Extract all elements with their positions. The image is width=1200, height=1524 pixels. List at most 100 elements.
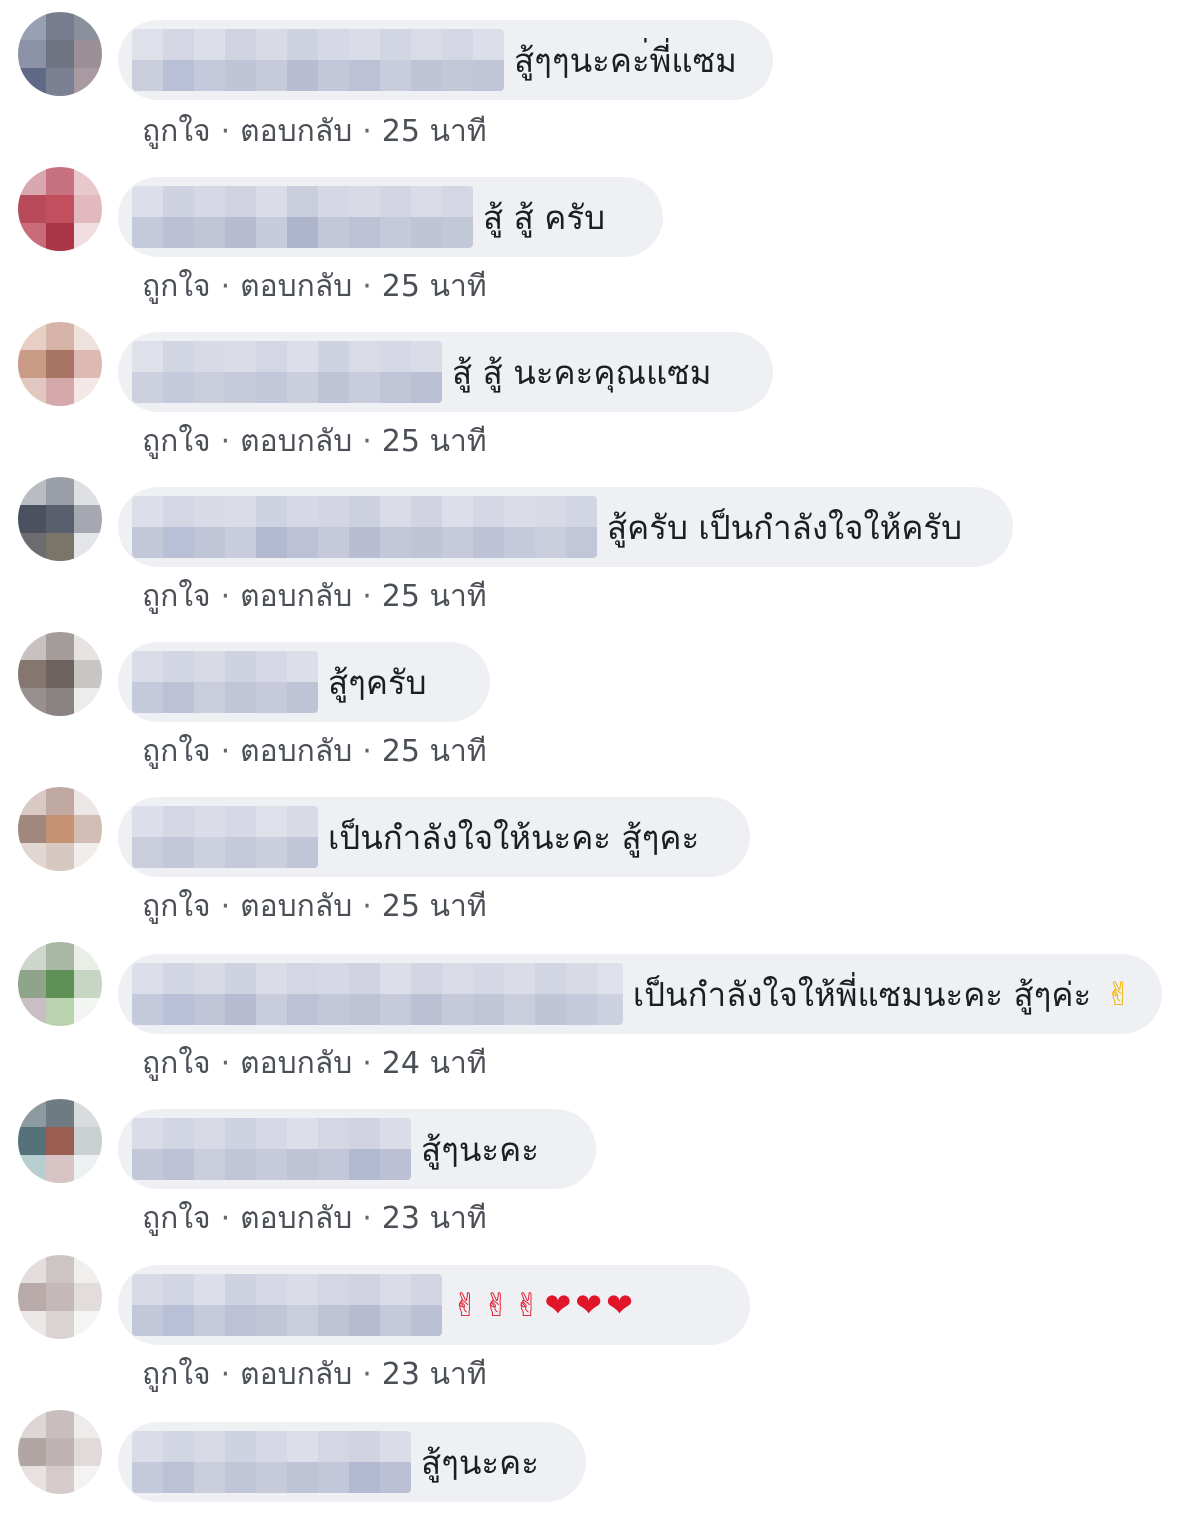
timestamp[interactable]: 25 นาที bbox=[382, 114, 487, 149]
separator: · bbox=[220, 114, 231, 149]
blurred-author-name[interactable] bbox=[132, 1274, 442, 1336]
timestamp[interactable]: 25 นาที bbox=[382, 424, 487, 459]
reply-link[interactable]: ตอบกลับ bbox=[240, 889, 352, 924]
emoji-reaction-text: ✌✌✌❤❤❤ bbox=[452, 1286, 637, 1324]
timestamp[interactable]: 25 นาที bbox=[382, 579, 487, 614]
comment-item: สู้ๆครับ ถูกใจ · ตอบกลับ · 25 นาที bbox=[0, 630, 1200, 785]
like-link[interactable]: ถูกใจ bbox=[142, 1357, 211, 1392]
separator: · bbox=[362, 1046, 372, 1081]
avatar[interactable] bbox=[18, 942, 102, 1026]
timestamp[interactable]: 24 นาที bbox=[382, 1046, 487, 1081]
comment-bubble: สู้ สู้ นะคะคุณแซม bbox=[118, 332, 773, 412]
comment-bubble: เป็นกำลังใจให้พี่แซมนะคะ สู้ๆค่ะ ✌ bbox=[118, 954, 1162, 1034]
blurred-author-name[interactable] bbox=[132, 963, 623, 1025]
avatar[interactable] bbox=[18, 787, 102, 871]
blurred-author-name[interactable] bbox=[132, 1118, 411, 1180]
timestamp[interactable]: 25 นาที bbox=[382, 269, 487, 304]
comment-meta: ถูกใจ · ตอบกลับ · 24 นาที bbox=[142, 1040, 487, 1087]
avatar[interactable] bbox=[18, 12, 102, 96]
blurred-author-name[interactable] bbox=[132, 29, 504, 91]
comment-bubble: สู้ครับ เป็นกำลังใจให้ครับ bbox=[118, 487, 1013, 567]
comment-bubble: สู้ สู้ ครับ bbox=[118, 177, 663, 257]
comment-meta: ถูกใจ · ตอบกลับ · 23 นาที bbox=[142, 1195, 487, 1242]
timestamp[interactable]: 25 นาที bbox=[382, 734, 487, 769]
reply-link[interactable]: ตอบกลับ bbox=[240, 579, 352, 614]
comment-meta: ถูกใจ · ตอบกลับ · 25 นาที bbox=[142, 263, 487, 310]
avatar[interactable] bbox=[18, 1099, 102, 1183]
separator: · bbox=[362, 734, 372, 769]
comment-meta: ถูกใจ · ตอบกลับ · 25 นาที bbox=[142, 728, 487, 775]
reply-link[interactable]: ตอบกลับ bbox=[240, 269, 352, 304]
comment-item: สู้ๆๆนะคะ่พี่แซม ถูกใจ · ตอบกลับ · 25 นาที bbox=[0, 10, 1200, 165]
like-link[interactable]: ถูกใจ bbox=[142, 1046, 211, 1081]
like-link[interactable]: ถูกใจ bbox=[142, 889, 211, 924]
comment-bubble: สู้ๆๆนะคะ่พี่แซม bbox=[118, 20, 773, 100]
separator: · bbox=[362, 1201, 372, 1236]
blurred-author-name[interactable] bbox=[132, 186, 473, 248]
reply-link[interactable]: ตอบกลับ bbox=[240, 1357, 352, 1392]
reply-link[interactable]: ตอบกลับ bbox=[240, 424, 352, 459]
reply-link[interactable]: ตอบกลับ bbox=[240, 734, 352, 769]
separator: · bbox=[220, 1046, 231, 1081]
separator: · bbox=[362, 889, 372, 924]
comment-text: เป็นกำลังใจให้นะคะ สู้ๆคะ bbox=[328, 817, 700, 857]
comment-meta: ถูกใจ · ตอบกลับ · 23 นาที bbox=[142, 1351, 487, 1398]
reply-link[interactable]: ตอบกลับ bbox=[240, 1201, 352, 1236]
blurred-author-name[interactable] bbox=[132, 496, 597, 558]
comment-text: สู้ๆๆนะคะ่พี่แซม bbox=[514, 40, 737, 80]
avatar[interactable] bbox=[18, 322, 102, 406]
comment-item: เป็นกำลังใจให้นะคะ สู้ๆคะ ถูกใจ · ตอบกลับ ·… bbox=[0, 785, 1200, 940]
blurred-author-name[interactable] bbox=[132, 1431, 411, 1493]
comment-item: ✌✌✌❤❤❤ ถูกใจ · ตอบกลับ · 23 นาที bbox=[0, 1253, 1200, 1408]
reply-link[interactable]: ตอบกลับ bbox=[240, 1046, 352, 1081]
avatar[interactable] bbox=[18, 1410, 102, 1494]
timestamp[interactable]: 23 นาที bbox=[382, 1201, 487, 1236]
timestamp[interactable]: 23 นาที bbox=[382, 1357, 487, 1392]
comment-item: สู้ครับ เป็นกำลังใจให้ครับ ถูกใจ · ตอบกลับ… bbox=[0, 475, 1200, 630]
like-link[interactable]: ถูกใจ bbox=[142, 579, 211, 614]
comment-bubble: เป็นกำลังใจให้นะคะ สู้ๆคะ bbox=[118, 797, 750, 877]
comment-bubble: สู้ๆครับ bbox=[118, 642, 490, 722]
comment-meta: ถูกใจ · ตอบกลับ · 25 นาที bbox=[142, 418, 487, 465]
like-link[interactable]: ถูกใจ bbox=[142, 424, 211, 459]
separator: · bbox=[220, 269, 231, 304]
comment-meta: ถูกใจ · ตอบกลับ · 25 นาที bbox=[142, 573, 487, 620]
comment-text: สู้ๆนะคะ bbox=[421, 1442, 539, 1482]
comment-item: สู้ๆนะคะ bbox=[0, 1408, 1200, 1524]
avatar[interactable] bbox=[18, 632, 102, 716]
like-link[interactable]: ถูกใจ bbox=[142, 269, 211, 304]
separator: · bbox=[220, 424, 231, 459]
separator: · bbox=[362, 269, 372, 304]
separator: · bbox=[220, 1357, 231, 1392]
reply-link[interactable]: ตอบกลับ bbox=[240, 114, 352, 149]
comment-text: สู้ๆนะคะ bbox=[421, 1129, 539, 1169]
comment-bubble: สู้ๆนะคะ bbox=[118, 1109, 596, 1189]
timestamp[interactable]: 25 นาที bbox=[382, 889, 487, 924]
separator: · bbox=[220, 1201, 231, 1236]
separator: · bbox=[362, 1357, 372, 1392]
comment-item: สู้ สู้ ครับ ถูกใจ · ตอบกลับ · 25 นาที bbox=[0, 165, 1200, 320]
comment-meta: ถูกใจ · ตอบกลับ · 25 นาที bbox=[142, 883, 487, 930]
peace-hand-emoji: ✌ bbox=[1105, 975, 1136, 1013]
separator: · bbox=[220, 579, 231, 614]
comment-text: สู้ สู้ นะคะคุณแซม bbox=[452, 352, 712, 392]
separator: · bbox=[362, 424, 372, 459]
comment-meta: ถูกใจ · ตอบกลับ · 25 นาที bbox=[142, 108, 487, 155]
avatar[interactable] bbox=[18, 167, 102, 251]
blurred-author-name[interactable] bbox=[132, 806, 318, 868]
avatar[interactable] bbox=[18, 477, 102, 561]
blurred-author-name[interactable] bbox=[132, 341, 442, 403]
separator: · bbox=[220, 734, 231, 769]
comment-text: เป็นกำลังใจให้พี่แซมนะคะ สู้ๆค่ะ bbox=[632, 974, 1092, 1014]
like-link[interactable]: ถูกใจ bbox=[142, 1201, 211, 1236]
separator: · bbox=[220, 889, 231, 924]
comment-item: เป็นกำลังใจให้พี่แซมนะคะ สู้ๆค่ะ ✌ ถูกใจ… bbox=[0, 940, 1200, 1095]
like-link[interactable]: ถูกใจ bbox=[142, 114, 211, 149]
separator: · bbox=[362, 114, 372, 149]
comment-bubble: ✌✌✌❤❤❤ bbox=[118, 1265, 750, 1345]
comment-text: สู้ครับ เป็นกำลังใจให้ครับ bbox=[607, 507, 963, 547]
blurred-author-name[interactable] bbox=[132, 651, 318, 713]
comment-text: สู้ๆครับ bbox=[328, 662, 427, 702]
avatar[interactable] bbox=[18, 1255, 102, 1339]
like-link[interactable]: ถูกใจ bbox=[142, 734, 211, 769]
